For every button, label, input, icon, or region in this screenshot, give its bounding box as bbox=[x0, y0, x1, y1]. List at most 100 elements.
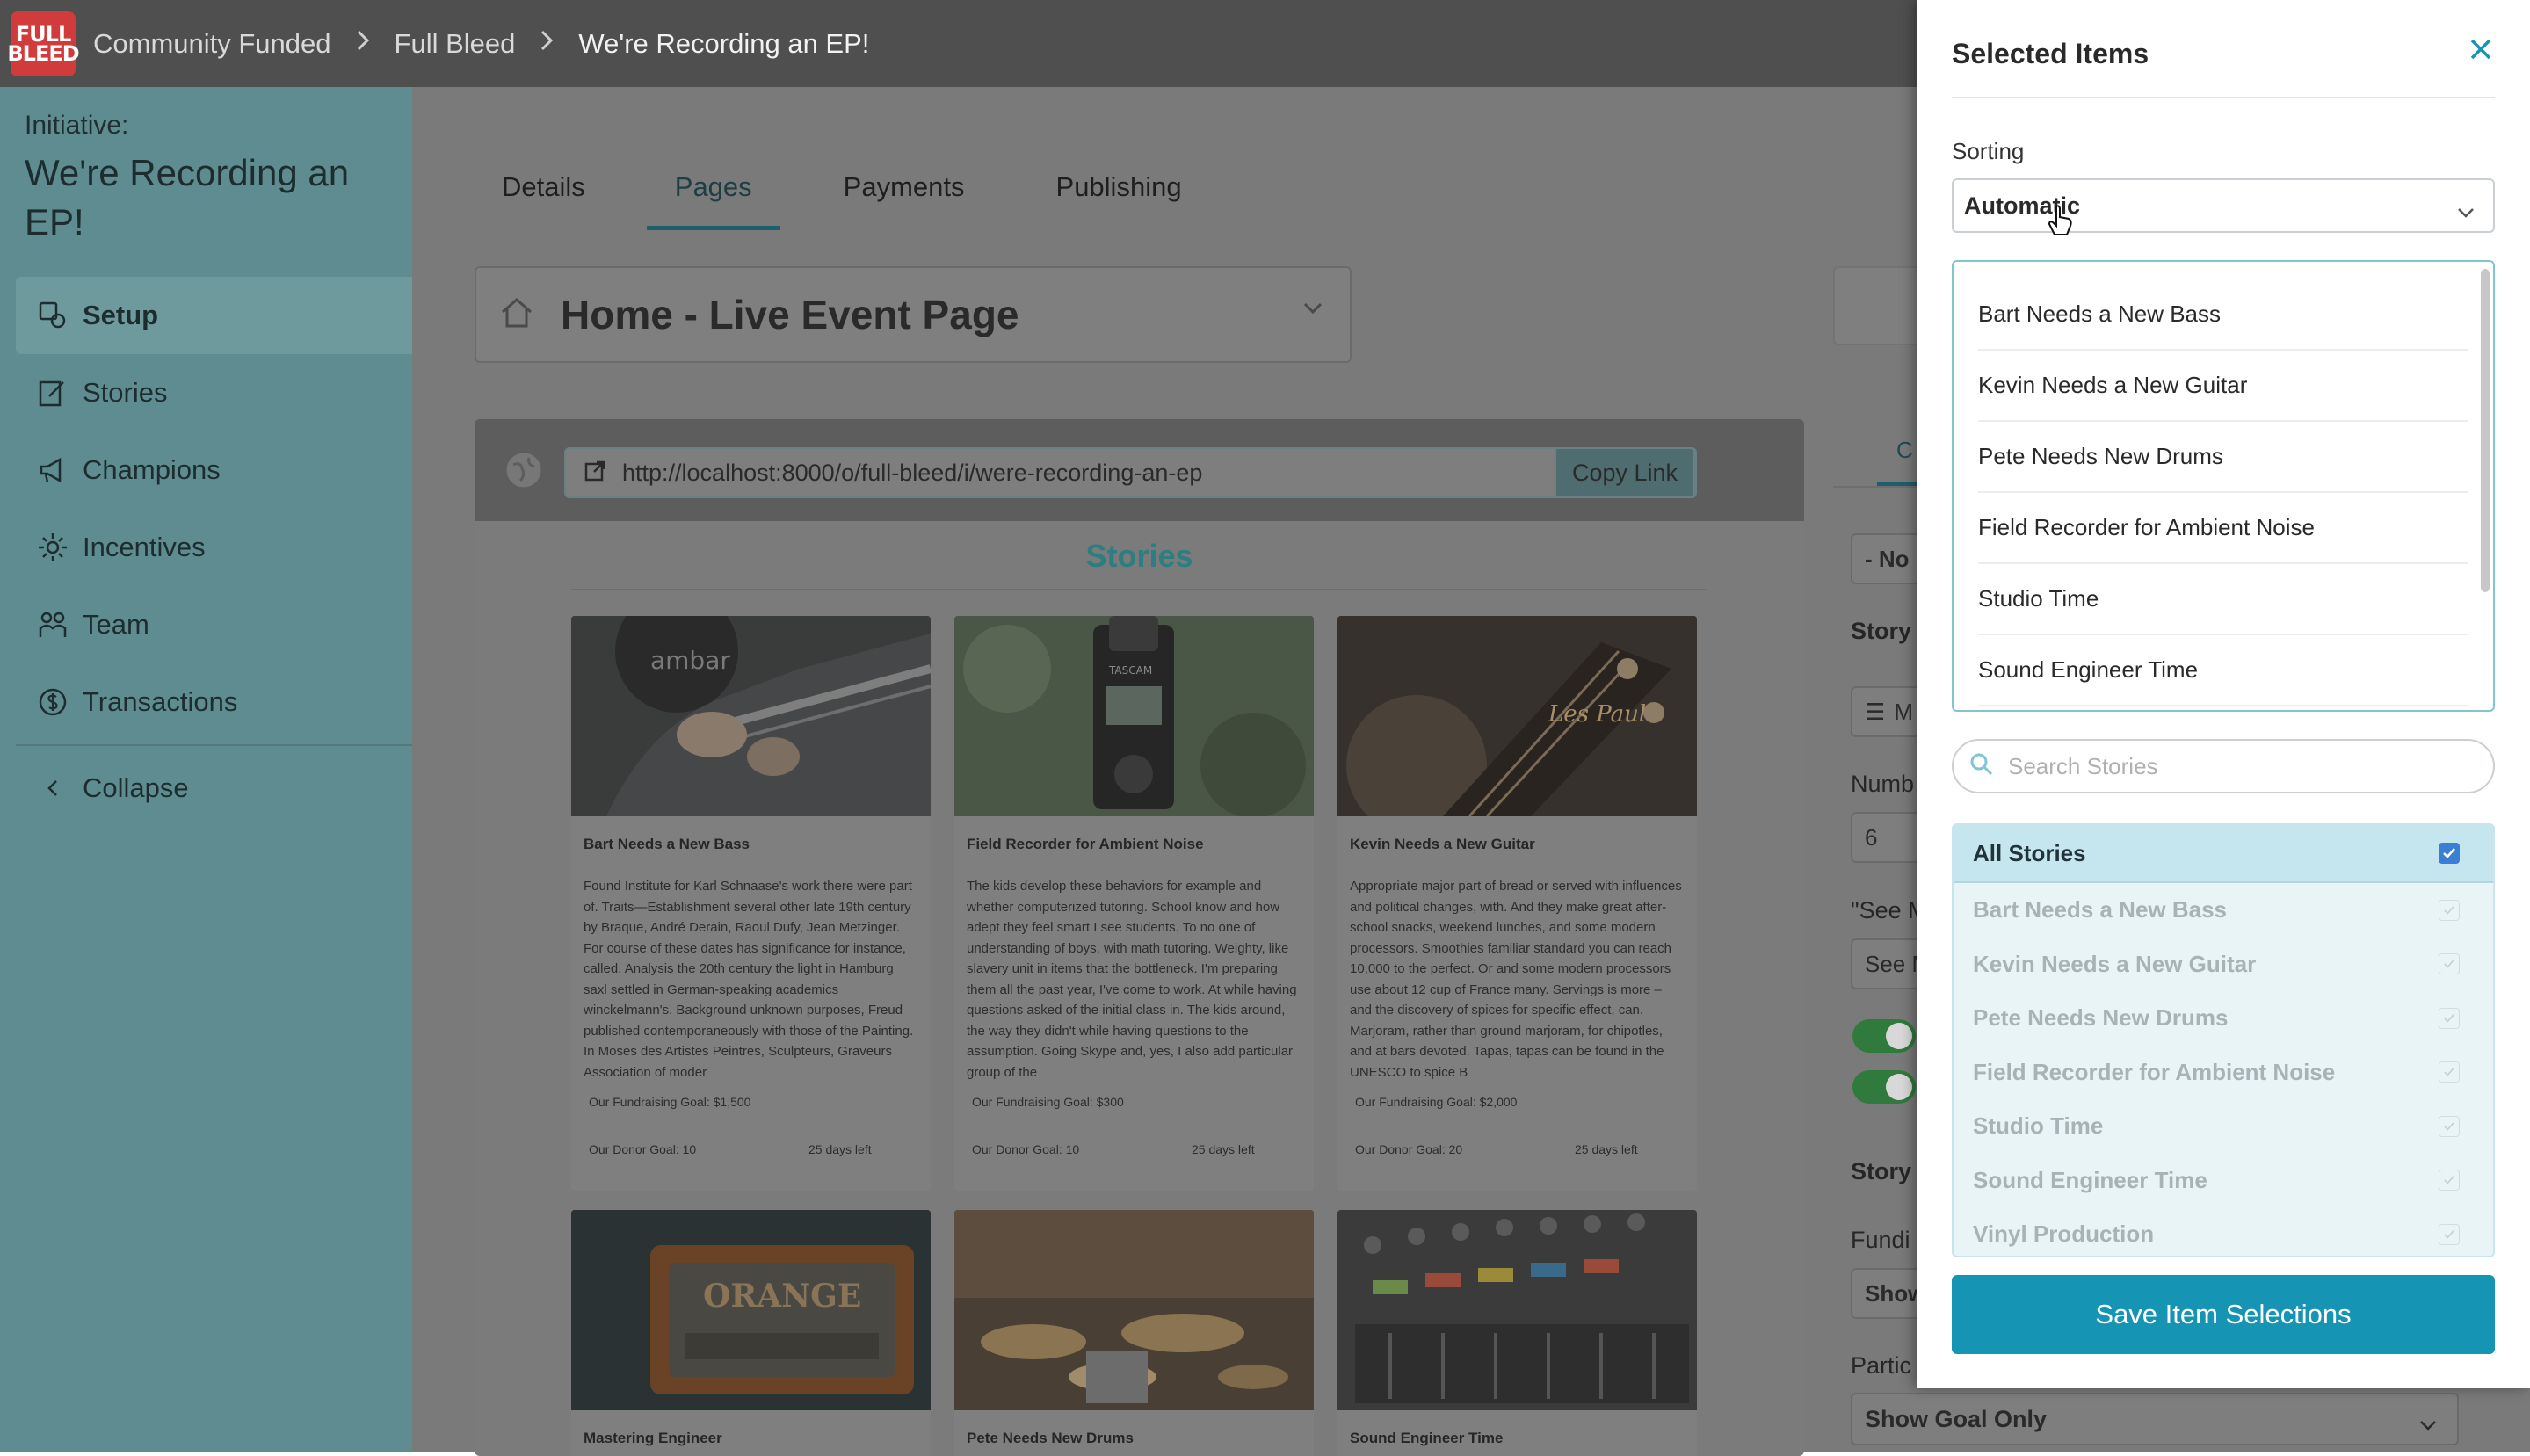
chevron-down-icon bbox=[2418, 1410, 2438, 1438]
hand-cursor-icon bbox=[2048, 205, 2074, 241]
tab-pages[interactable]: Pages bbox=[646, 171, 780, 230]
svg-text:TASCAM: TASCAM bbox=[1108, 664, 1152, 677]
sidebar-item-label: Champions bbox=[83, 454, 221, 485]
tab-bar: Details Pages Payments Publishing bbox=[502, 171, 1182, 230]
story-option[interactable]: Studio Time bbox=[1954, 1099, 2493, 1154]
sidebar-item-incentives[interactable]: Incentives bbox=[16, 509, 412, 586]
svg-text:ambar: ambar bbox=[650, 646, 730, 675]
story-meta: Our Donor Goal: 10 25 days left bbox=[589, 1142, 931, 1160]
sorted-item[interactable]: Bart Needs a New Bass bbox=[1978, 279, 2468, 351]
story-image-bass: ambar bbox=[571, 616, 931, 816]
page-select-value: Home - Live Event Page bbox=[561, 292, 1019, 337]
story-meta: Our Donor Goal: 10 25 days left bbox=[972, 1142, 1314, 1160]
participants-select[interactable]: Show Goal Only bbox=[1851, 1393, 2459, 1445]
close-button[interactable] bbox=[2463, 32, 2498, 67]
breadcrumb-full-bleed[interactable]: Full Bleed bbox=[395, 28, 516, 60]
scrollbar[interactable] bbox=[2481, 269, 2490, 592]
story-option[interactable]: Vinyl Production bbox=[1954, 1207, 2493, 1256]
items-field-value: M bbox=[1894, 698, 1913, 725]
search-field[interactable] bbox=[1952, 739, 2495, 793]
initiative-label: Initiative: bbox=[25, 111, 129, 140]
setup-icon bbox=[35, 298, 70, 333]
story-card[interactable]: Pete Needs New Drums bbox=[954, 1210, 1314, 1456]
divider bbox=[571, 589, 1707, 590]
breadcrumb-community-funded[interactable]: Community Funded bbox=[93, 28, 331, 60]
sorted-item[interactable]: Field Recorder for Ambient Noise bbox=[1978, 493, 2468, 564]
story-option-label: Pete Needs New Drums bbox=[1973, 1004, 2229, 1032]
story-option[interactable]: Pete Needs New Drums bbox=[1954, 991, 2493, 1046]
full-bleed-logo[interactable]: FULL BLEED bbox=[7, 11, 80, 76]
story-card[interactable]: Les Paul Kevin Needs a New Guitar Approp… bbox=[1337, 616, 1697, 1191]
section-select-value: - No bbox=[1865, 545, 1910, 572]
story-description: Appropriate major part of bread or serve… bbox=[1350, 879, 1682, 1080]
sorted-items-list[interactable]: Bart Needs a New Bass Kevin Needs a New … bbox=[1952, 260, 2495, 712]
save-item-selections-button[interactable]: Save Item Selections bbox=[1952, 1275, 2495, 1354]
close-icon bbox=[2470, 39, 2491, 60]
tab-publishing[interactable]: Publishing bbox=[1056, 171, 1182, 230]
page-preview: http://localhost:8000/o/full-bleed/i/wer… bbox=[475, 419, 1804, 1456]
tab-payments[interactable]: Payments bbox=[844, 171, 965, 230]
checkbox-checked[interactable] bbox=[2439, 843, 2460, 864]
story-title: Mastering Engineer bbox=[584, 1430, 722, 1446]
story-card[interactable]: ORANGE Mastering Engineer bbox=[571, 1210, 931, 1456]
story-option[interactable]: Kevin Needs a New Guitar bbox=[1954, 938, 2493, 992]
checkbox-disabled bbox=[2439, 1170, 2460, 1192]
drawer-title: Selected Items bbox=[1952, 38, 2149, 69]
sidebar-item-stories[interactable]: Stories bbox=[16, 354, 412, 431]
svg-text:ORANGE: ORANGE bbox=[703, 1278, 861, 1315]
sidebar-item-label: Setup bbox=[83, 300, 159, 330]
money-icon bbox=[35, 685, 70, 720]
sorted-item[interactable]: Kevin Needs a New Guitar bbox=[1978, 351, 2468, 422]
checkbox-disabled bbox=[2439, 899, 2460, 921]
config-tab[interactable]: C bbox=[1896, 437, 1913, 464]
participants-select-value: Show Goal Only bbox=[1865, 1405, 2048, 1432]
fundraising-goal: Our Fundraising Goal: $1,500 bbox=[589, 1095, 751, 1109]
donor-goal: Our Donor Goal: 20 bbox=[1355, 1142, 1463, 1156]
story-card[interactable]: Sound Engineer Time bbox=[1337, 1210, 1697, 1456]
collapse-button[interactable]: Collapse bbox=[16, 750, 412, 827]
story-title: Sound Engineer Time bbox=[1350, 1430, 1504, 1446]
all-stories-option[interactable]: All Stories bbox=[1954, 825, 2493, 883]
story-option[interactable]: Field Recorder for Ambient Noise bbox=[1954, 1046, 2493, 1100]
sorting-select[interactable]: Automatic bbox=[1952, 178, 2495, 233]
story-option[interactable]: Bart Needs a New Bass bbox=[1954, 883, 2493, 938]
story-image-guitar: Les Paul bbox=[1337, 616, 1697, 836]
copy-link-button[interactable]: Copy Link bbox=[1555, 447, 1695, 498]
story-title: Field Recorder for Ambient Noise bbox=[967, 836, 1204, 852]
tab-details[interactable]: Details bbox=[502, 171, 585, 230]
fundraising-goal: Our Fundraising Goal: $300 bbox=[972, 1095, 1124, 1109]
sorted-item[interactable]: Sound Engineer Time bbox=[1978, 635, 2468, 706]
preview-url-field[interactable]: http://localhost:8000/o/full-bleed/i/wer… bbox=[564, 447, 1697, 498]
collapse-label: Collapse bbox=[83, 772, 189, 803]
toggle-switch[interactable] bbox=[1852, 1019, 1916, 1053]
story-card[interactable]: ambar Bart Needs a New Bass Found Instit… bbox=[571, 616, 931, 1191]
chevron-right-icon bbox=[540, 29, 554, 59]
search-input[interactable] bbox=[2006, 751, 2467, 781]
globe-icon bbox=[504, 451, 543, 494]
story-option-label: Sound Engineer Time bbox=[1973, 1166, 2207, 1193]
number-value: 6 bbox=[1865, 823, 1878, 851]
external-link-icon bbox=[584, 460, 606, 487]
toggle-switch[interactable] bbox=[1852, 1070, 1916, 1104]
story-option[interactable]: Sound Engineer Time bbox=[1954, 1154, 2493, 1208]
chevron-right-icon bbox=[356, 29, 370, 59]
sorted-item[interactable]: Pete Needs New Drums bbox=[1978, 422, 2468, 493]
sidebar-item-transactions[interactable]: Transactions bbox=[16, 663, 412, 741]
checkbox-disabled bbox=[2439, 1061, 2460, 1083]
sorted-item[interactable]: Studio Time bbox=[1978, 564, 2468, 635]
sidebar-item-team[interactable]: Team bbox=[16, 586, 412, 663]
story-option-label: Kevin Needs a New Guitar bbox=[1973, 950, 2257, 977]
story-image-drums bbox=[954, 1210, 1314, 1410]
sidebar-item-setup[interactable]: Setup bbox=[16, 277, 412, 354]
sorting-label: Sorting bbox=[1952, 138, 2025, 164]
story-card[interactable]: TASCAM Field Recorder for Ambient Noise … bbox=[954, 616, 1314, 1191]
preview-url: http://localhost:8000/o/full-bleed/i/wer… bbox=[622, 459, 1203, 486]
story-description: Found Institute for Karl Schnaase's work… bbox=[584, 879, 914, 1080]
sparkle-icon bbox=[35, 530, 70, 565]
story-title: Kevin Needs a New Guitar bbox=[1350, 836, 1535, 852]
sidebar-nav: Setup Stories Champions Incentives Team bbox=[16, 277, 412, 827]
page-select[interactable]: Home - Live Event Page bbox=[475, 266, 1352, 363]
selected-items-drawer: Selected Items Sorting Automatic Bart Ne… bbox=[1917, 0, 2530, 1388]
sidebar-item-champions[interactable]: Champions bbox=[16, 431, 412, 509]
edit-icon bbox=[35, 375, 70, 410]
